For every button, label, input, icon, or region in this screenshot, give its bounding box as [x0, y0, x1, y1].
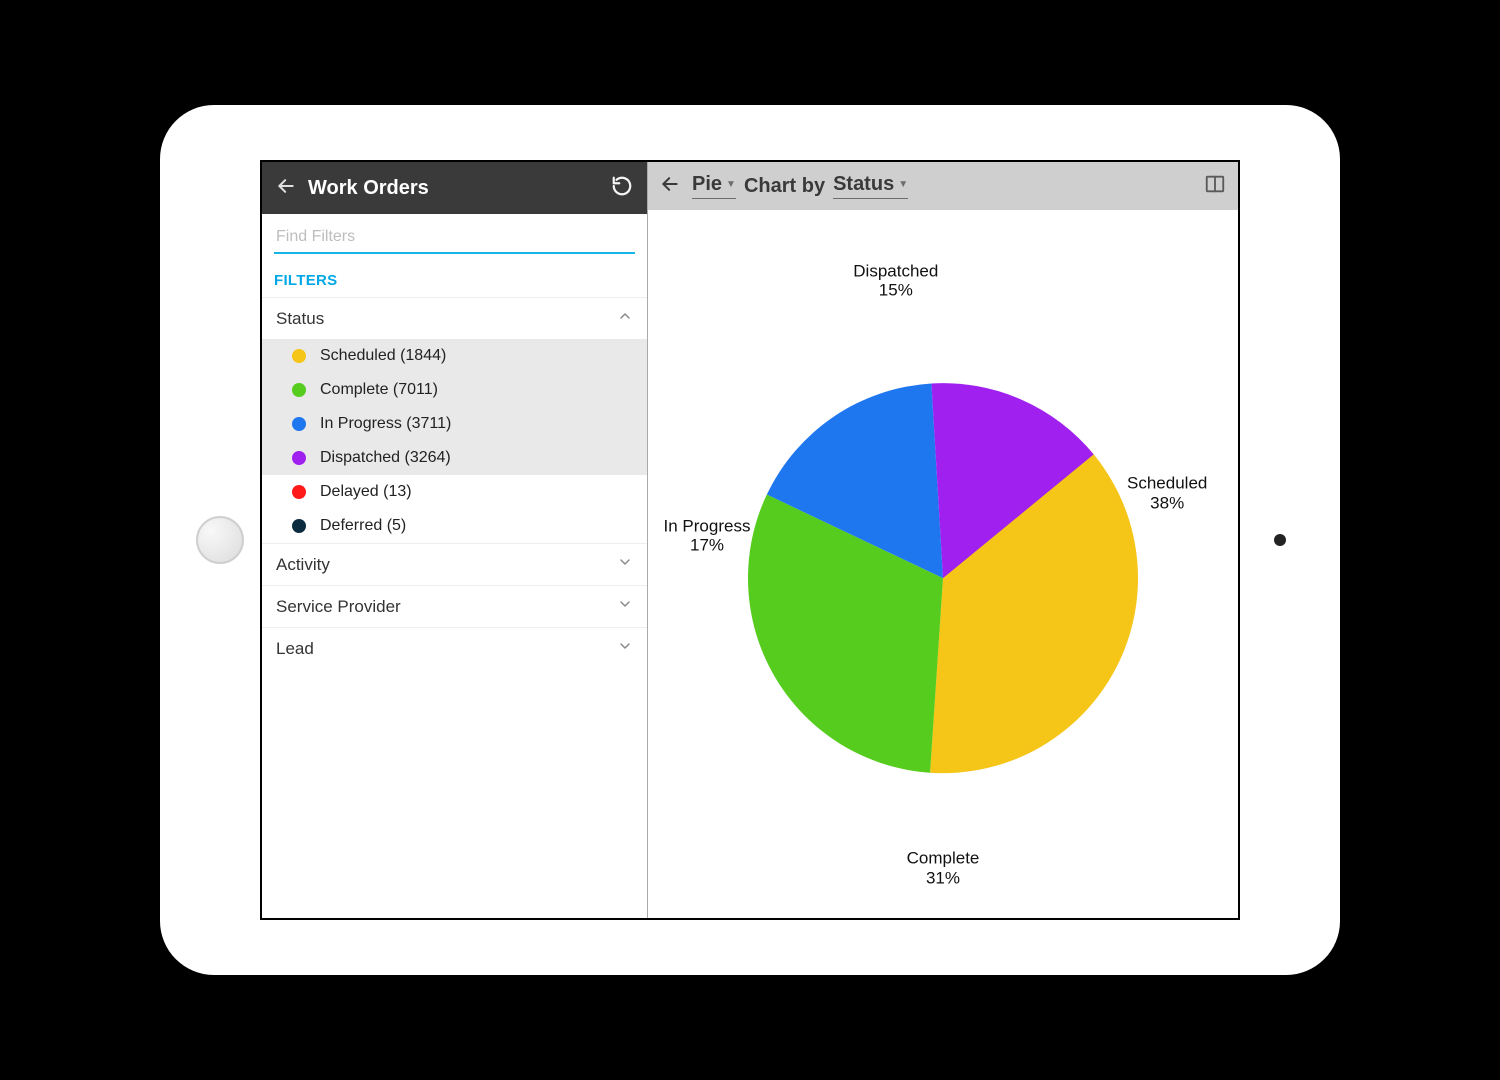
left-pane: Work Orders FILTERS Status Scheduled (18… — [262, 162, 648, 918]
status-filter-item[interactable]: Scheduled (1844) — [262, 339, 647, 373]
status-color-dot — [292, 349, 306, 363]
status-filter-item[interactable]: Deferred (5) — [262, 509, 647, 543]
status-items: Scheduled (1844) Complete (7011) In Progre… — [262, 339, 647, 543]
search-row — [262, 214, 647, 258]
home-button[interactable] — [196, 516, 244, 564]
chevron-down-icon — [617, 554, 633, 575]
status-color-dot — [292, 383, 306, 397]
page-title: Work Orders — [308, 177, 611, 200]
status-item-label: Complete (7011) — [320, 381, 438, 399]
right-header: Pie ▼ Chart by Status ▼ — [648, 162, 1238, 210]
chart-type-label: Pie — [692, 173, 722, 196]
filter-section-label: Lead — [276, 639, 314, 659]
camera-dot — [1274, 534, 1286, 546]
back-icon[interactable] — [660, 174, 680, 199]
filter-section-label: Activity — [276, 555, 330, 575]
chevron-down-icon — [617, 596, 633, 617]
chart-by-word: Chart by — [744, 175, 825, 198]
group-by-label: Status — [833, 173, 894, 196]
status-color-dot — [292, 451, 306, 465]
status-filter-item[interactable]: Dispatched (3264) — [262, 441, 647, 475]
chevron-up-icon — [617, 308, 633, 329]
filter-section-service-provider[interactable]: Service Provider — [262, 585, 647, 627]
filter-section-status[interactable]: Status — [262, 297, 647, 339]
layout-split-icon[interactable] — [1204, 173, 1226, 200]
filter-section-lead[interactable]: Lead — [262, 627, 647, 669]
back-icon[interactable] — [276, 176, 296, 201]
refresh-icon[interactable] — [611, 175, 633, 202]
right-pane: Pie ▼ Chart by Status ▼ Scheduled38%Comp… — [648, 162, 1238, 918]
filter-section-activity[interactable]: Activity — [262, 543, 647, 585]
chart-type-dropdown[interactable]: Pie ▼ — [692, 173, 736, 199]
status-item-label: Dispatched (3264) — [320, 449, 451, 467]
chevron-down-icon — [617, 638, 633, 659]
left-header: Work Orders — [262, 162, 647, 214]
status-filter-item[interactable]: Complete (7011) — [262, 373, 647, 407]
pie-chart — [648, 210, 1238, 918]
status-item-label: Delayed (13) — [320, 483, 412, 501]
status-item-label: In Progress (3711) — [320, 415, 451, 433]
filter-section-label: Status — [276, 309, 324, 329]
caret-down-icon: ▼ — [898, 179, 908, 190]
status-item-label: Scheduled (1844) — [320, 347, 446, 365]
status-color-dot — [292, 519, 306, 533]
group-by-dropdown[interactable]: Status ▼ — [833, 173, 908, 199]
screen: Work Orders FILTERS Status Scheduled (18… — [260, 160, 1240, 920]
filter-section-label: Service Provider — [276, 597, 401, 617]
search-input[interactable] — [274, 222, 635, 254]
status-color-dot — [292, 417, 306, 431]
caret-down-icon: ▼ — [726, 179, 736, 190]
status-item-label: Deferred (5) — [320, 517, 406, 535]
status-color-dot — [292, 485, 306, 499]
filters-heading: FILTERS — [262, 258, 647, 297]
status-filter-item[interactable]: In Progress (3711) — [262, 407, 647, 441]
tablet-frame: Work Orders FILTERS Status Scheduled (18… — [160, 105, 1340, 975]
status-filter-item[interactable]: Delayed (13) — [262, 475, 647, 509]
chart-area: Scheduled38%Complete31%In Progress17%Dis… — [648, 210, 1238, 918]
